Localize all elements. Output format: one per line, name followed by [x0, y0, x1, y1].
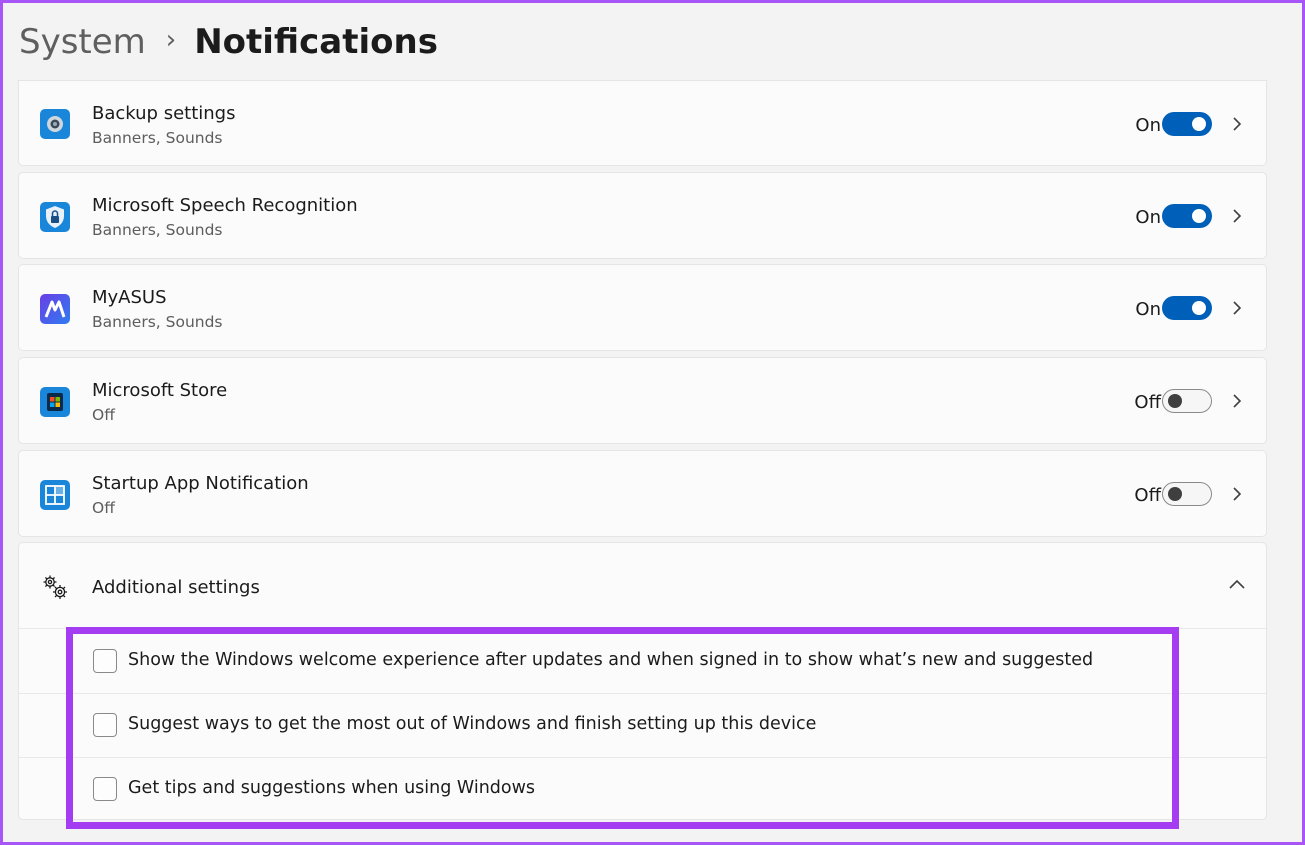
- chevron-right-icon[interactable]: [1230, 299, 1244, 317]
- notification-toggle[interactable]: [1162, 482, 1212, 506]
- chevron-right-icon[interactable]: [1230, 115, 1244, 133]
- app-name: MyASUS: [92, 287, 167, 308]
- app-row-backup-settings[interactable]: Backup settings Banners, Sounds On: [18, 80, 1267, 166]
- additional-settings-title: Additional settings: [92, 577, 260, 598]
- app-name: Microsoft Store: [92, 380, 228, 401]
- notification-toggle[interactable]: [1162, 204, 1212, 228]
- page-title: Notifications: [194, 22, 438, 62]
- speech-recognition-icon: [40, 202, 70, 232]
- option-label: Suggest ways to get the most out of Wind…: [128, 714, 817, 734]
- toggle-state-label: On: [1135, 299, 1161, 320]
- chevron-up-icon[interactable]: [1227, 577, 1247, 591]
- chevron-right-icon[interactable]: [1230, 485, 1244, 503]
- app-subtitle: Banners, Sounds: [92, 221, 223, 239]
- app-name: Microsoft Speech Recognition: [92, 195, 358, 216]
- toggle-state-label: On: [1135, 207, 1161, 228]
- chevron-right-icon[interactable]: [1230, 392, 1244, 410]
- app-subtitle: Banners, Sounds: [92, 129, 223, 147]
- checkbox-tips-suggestions[interactable]: [93, 777, 117, 801]
- app-subtitle: Off: [92, 406, 115, 424]
- breadcrumb: System › Notifications: [19, 20, 438, 64]
- microsoft-store-icon: [40, 387, 70, 417]
- breadcrumb-separator-icon: ›: [165, 25, 177, 55]
- app-subtitle: Off: [92, 499, 115, 517]
- toggle-state-label: On: [1135, 115, 1161, 136]
- additional-settings-section: Additional settings Show the Windows wel…: [18, 542, 1267, 820]
- app-subtitle: Banners, Sounds: [92, 313, 223, 331]
- toggle-state-label: Off: [1134, 485, 1161, 506]
- option-row-suggest-ways: Suggest ways to get the most out of Wind…: [19, 693, 1266, 758]
- option-label: Get tips and suggestions when using Wind…: [128, 778, 536, 798]
- option-row-tips-suggestions: Get tips and suggestions when using Wind…: [19, 757, 1266, 821]
- option-label: Show the Windows welcome experience afte…: [128, 650, 1094, 670]
- notification-toggle[interactable]: [1162, 112, 1212, 136]
- checkbox-welcome-experience[interactable]: [93, 649, 117, 673]
- startup-app-icon: [40, 480, 70, 510]
- app-row-microsoft-store[interactable]: Microsoft Store Off Off: [18, 357, 1267, 444]
- toggle-state-label: Off: [1134, 392, 1161, 413]
- app-row-startup-app-notification[interactable]: Startup App Notification Off Off: [18, 450, 1267, 537]
- app-row-speech-recognition[interactable]: Microsoft Speech Recognition Banners, So…: [18, 172, 1267, 259]
- app-name: Backup settings: [92, 103, 236, 124]
- gears-icon: [43, 575, 67, 599]
- option-row-welcome-experience: Show the Windows welcome experience afte…: [19, 629, 1266, 694]
- notification-toggle[interactable]: [1162, 389, 1212, 413]
- chevron-right-icon[interactable]: [1230, 207, 1244, 225]
- app-name: Startup App Notification: [92, 473, 309, 494]
- breadcrumb-system[interactable]: System: [19, 22, 146, 62]
- notification-toggle[interactable]: [1162, 296, 1212, 320]
- backup-settings-icon: [40, 109, 70, 139]
- checkbox-suggest-ways[interactable]: [93, 713, 117, 737]
- additional-settings-header[interactable]: Additional settings: [19, 543, 1266, 629]
- app-row-myasus[interactable]: MyASUS Banners, Sounds On: [18, 264, 1267, 351]
- myasus-icon: [40, 294, 70, 324]
